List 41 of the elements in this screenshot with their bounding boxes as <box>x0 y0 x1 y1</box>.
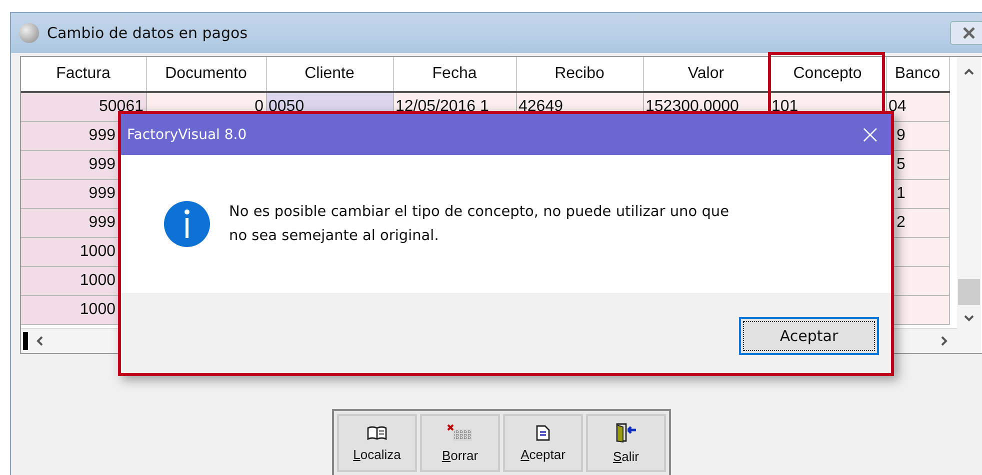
toolbar-button[interactable]: Localiza <box>337 414 417 472</box>
table-cell: 0 <box>254 98 264 115</box>
table-cell: 999 <box>88 127 116 144</box>
table-cell: 9 <box>896 127 906 144</box>
scroll-right-icon[interactable] <box>939 335 949 347</box>
table-cell: 999 <box>88 214 116 231</box>
document-icon <box>536 424 550 440</box>
window-title: Cambio de datos en pagos <box>47 24 248 42</box>
info-icon <box>163 200 211 248</box>
dialog-title: FactoryVisual 8.0 <box>127 126 247 142</box>
table-cell: 04 <box>888 98 906 115</box>
table-cell: 5 <box>896 156 906 173</box>
scrollbar-thumb[interactable] <box>23 332 28 350</box>
table-cell: 50061 <box>99 98 144 115</box>
toolbar-button[interactable]: Salir <box>586 414 666 472</box>
scroll-down-icon[interactable] <box>963 313 975 323</box>
table-cell: 12/05/2016 1 <box>396 98 489 115</box>
table-cell: 1000 <box>80 243 116 260</box>
close-button[interactable]: × <box>859 122 881 148</box>
table-cell: 1000 <box>80 301 116 318</box>
delete-grid-icon <box>447 424 473 442</box>
window-icon <box>19 23 39 43</box>
accept-button[interactable]: Aceptar <box>739 317 879 355</box>
table-cell: 999 <box>88 185 116 202</box>
table-cell: 1 <box>896 185 906 202</box>
toolbar-button[interactable]: Borrar <box>420 414 500 472</box>
scroll-left-icon[interactable] <box>35 335 45 347</box>
toolbar-button[interactable]: Aceptar <box>503 414 583 472</box>
exit-door-icon <box>615 422 637 442</box>
table-cell: 1000 <box>80 272 116 289</box>
table-cell: 152300.0000 <box>646 98 739 115</box>
close-icon[interactable] <box>950 21 982 45</box>
dialog-message: No es posible cambiar el tipo de concepto, no puede utilizar uno que no sea semejante al original. <box>229 203 730 246</box>
book-icon <box>367 424 387 440</box>
table-cell: 101 <box>772 98 798 115</box>
scrollbar-thumb[interactable] <box>958 279 980 305</box>
table-cell: 0050 <box>268 98 304 115</box>
table-cell: 999 <box>88 156 116 173</box>
table-cell: 2 <box>896 214 906 231</box>
table-cell: 42649 <box>518 98 563 115</box>
scroll-up-icon[interactable] <box>963 67 975 77</box>
